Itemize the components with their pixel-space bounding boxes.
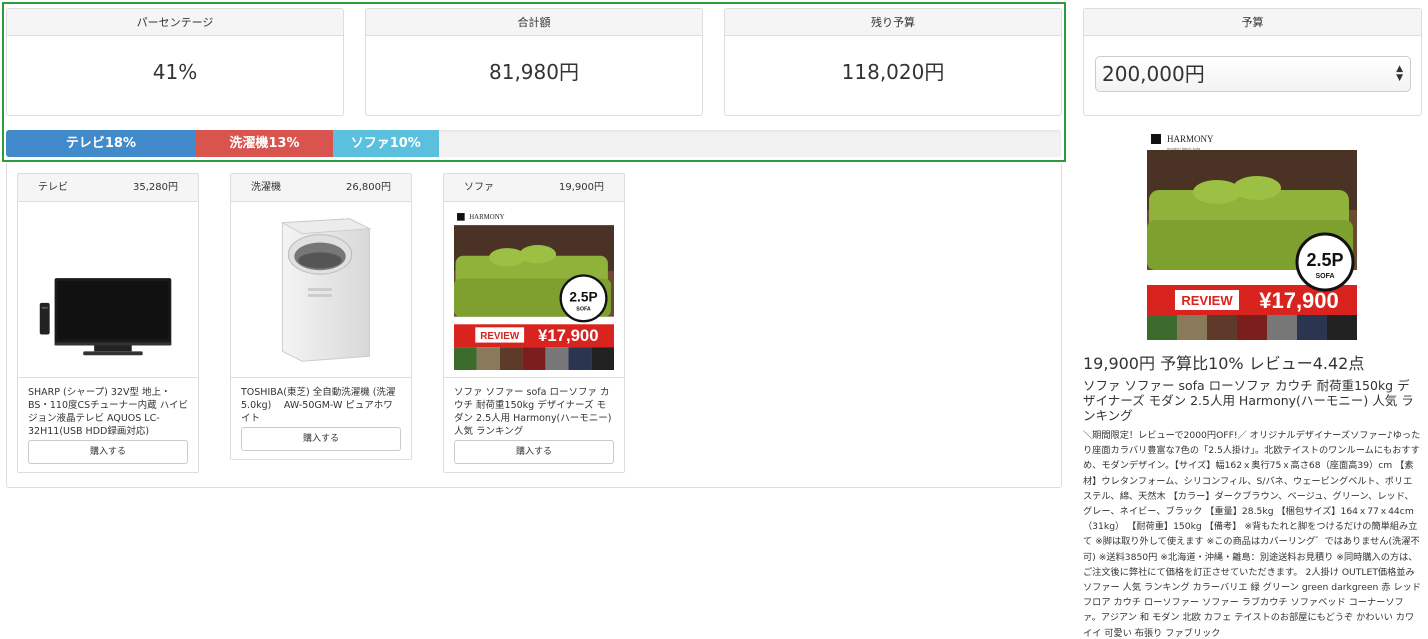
product-price: 26,800円 xyxy=(346,182,391,193)
detail-description: ＼期間限定！レビューで2000円OFF!／ オリジナルデザイナーズソファー♪ゆっ… xyxy=(1083,430,1421,639)
progress-segment-sofa: ソファ10% xyxy=(333,130,439,157)
product-price: 35,280円 xyxy=(133,182,178,193)
total-value: 81,980円 xyxy=(489,60,579,84)
washer-image xyxy=(231,202,411,378)
detail-product-name: ソファ ソファー sofa ローソファ カウチ 耐荷重150kg デザイナーズ … xyxy=(1083,378,1414,423)
sofa-brand: HARMONY xyxy=(469,214,504,221)
detail-badge-main: 2.5P xyxy=(1306,250,1343,270)
detail-brand-sub: modern fabric sofa xyxy=(1167,146,1201,151)
sofa-image-price: ¥17,900 xyxy=(538,326,599,345)
total-label: 合計額 xyxy=(366,9,702,36)
remaining-value: 118,020円 xyxy=(841,60,945,84)
product-category: テレビ xyxy=(38,182,68,193)
budget-value: 200,000円 xyxy=(1102,62,1205,86)
product-description: SHARP (シャープ) 32V型 地上・BS・110度CSチューナー内蔵 ハイ… xyxy=(28,387,189,437)
total-panel: 合計額 81,980円 xyxy=(365,8,703,116)
detail-sofa-image: 2.5P SOFA REVIEW ¥17,900 HARMONY modern … xyxy=(1147,130,1357,340)
progress-segment-tv: テレビ18% xyxy=(6,130,196,157)
progress-segment-washer: 洗濯機13% xyxy=(195,130,334,157)
select-arrows-icon: ▲ ▼ xyxy=(1396,64,1403,83)
tv-image xyxy=(18,202,198,378)
product-card-tv: テレビ 35,280円 SHARP (シャープ) 32V型 地上・BS・110度… xyxy=(17,173,199,473)
percentage-panel: パーセンテージ 41% xyxy=(6,8,344,116)
product-category: 洗濯機 xyxy=(251,182,281,193)
sofa-review-label: REVIEW xyxy=(480,330,520,341)
remaining-label: 残り予算 xyxy=(725,9,1061,36)
product-card-sofa: ソファ 19,900円 2.5P SOFA REVIEW ¥17,900 HAR… xyxy=(443,173,625,473)
budget-label: 予算 xyxy=(1084,9,1421,36)
budget-progress-bar: テレビ18% 洗濯機13% ソファ10% xyxy=(6,130,1061,157)
buy-button-washer[interactable]: 購入する xyxy=(241,427,401,451)
product-description: TOSHIBA(東芝) 全自動洗濯機 (洗濯5.0kg) AW-50GM-W ピ… xyxy=(241,387,396,424)
percentage-label: パーセンテージ xyxy=(7,9,343,36)
detail-brand: HARMONY xyxy=(1167,134,1214,144)
detail-title: 19,900円 予算比10% レビュー4.42点 xyxy=(1083,354,1365,373)
detail-image-price: ¥17,900 xyxy=(1259,288,1339,313)
product-category: ソファ xyxy=(464,182,494,193)
remaining-panel: 残り予算 118,020円 xyxy=(724,8,1062,116)
detail-badge-sub: SOFA xyxy=(1315,273,1334,280)
sofa-badge-sub: SOFA xyxy=(576,306,591,312)
product-card-washer: 洗濯機 26,800円 TOSHIBA(東芝) 全自動洗濯機 (洗濯5.0kg)… xyxy=(230,173,412,460)
product-price: 19,900円 xyxy=(559,182,604,193)
budget-select[interactable]: 200,000円 ▲ ▼ xyxy=(1095,56,1411,92)
buy-button-tv[interactable]: 購入する xyxy=(28,440,188,464)
sofa-badge-main: 2.5P xyxy=(569,289,597,304)
product-description: ソファ ソファー sofa ローソファ カウチ 耐荷重150kg デザイナーズ … xyxy=(454,387,612,437)
budget-panel: 予算 200,000円 ▲ ▼ xyxy=(1083,8,1422,116)
sofa-image: 2.5P SOFA REVIEW ¥17,900 HARMONY xyxy=(444,202,624,378)
product-list: テレビ 35,280円 SHARP (シャープ) 32V型 地上・BS・110度… xyxy=(6,164,1062,488)
detail-review-label: REVIEW xyxy=(1181,293,1233,308)
buy-button-sofa[interactable]: 購入する xyxy=(454,440,614,464)
percentage-value: 41% xyxy=(152,60,198,84)
